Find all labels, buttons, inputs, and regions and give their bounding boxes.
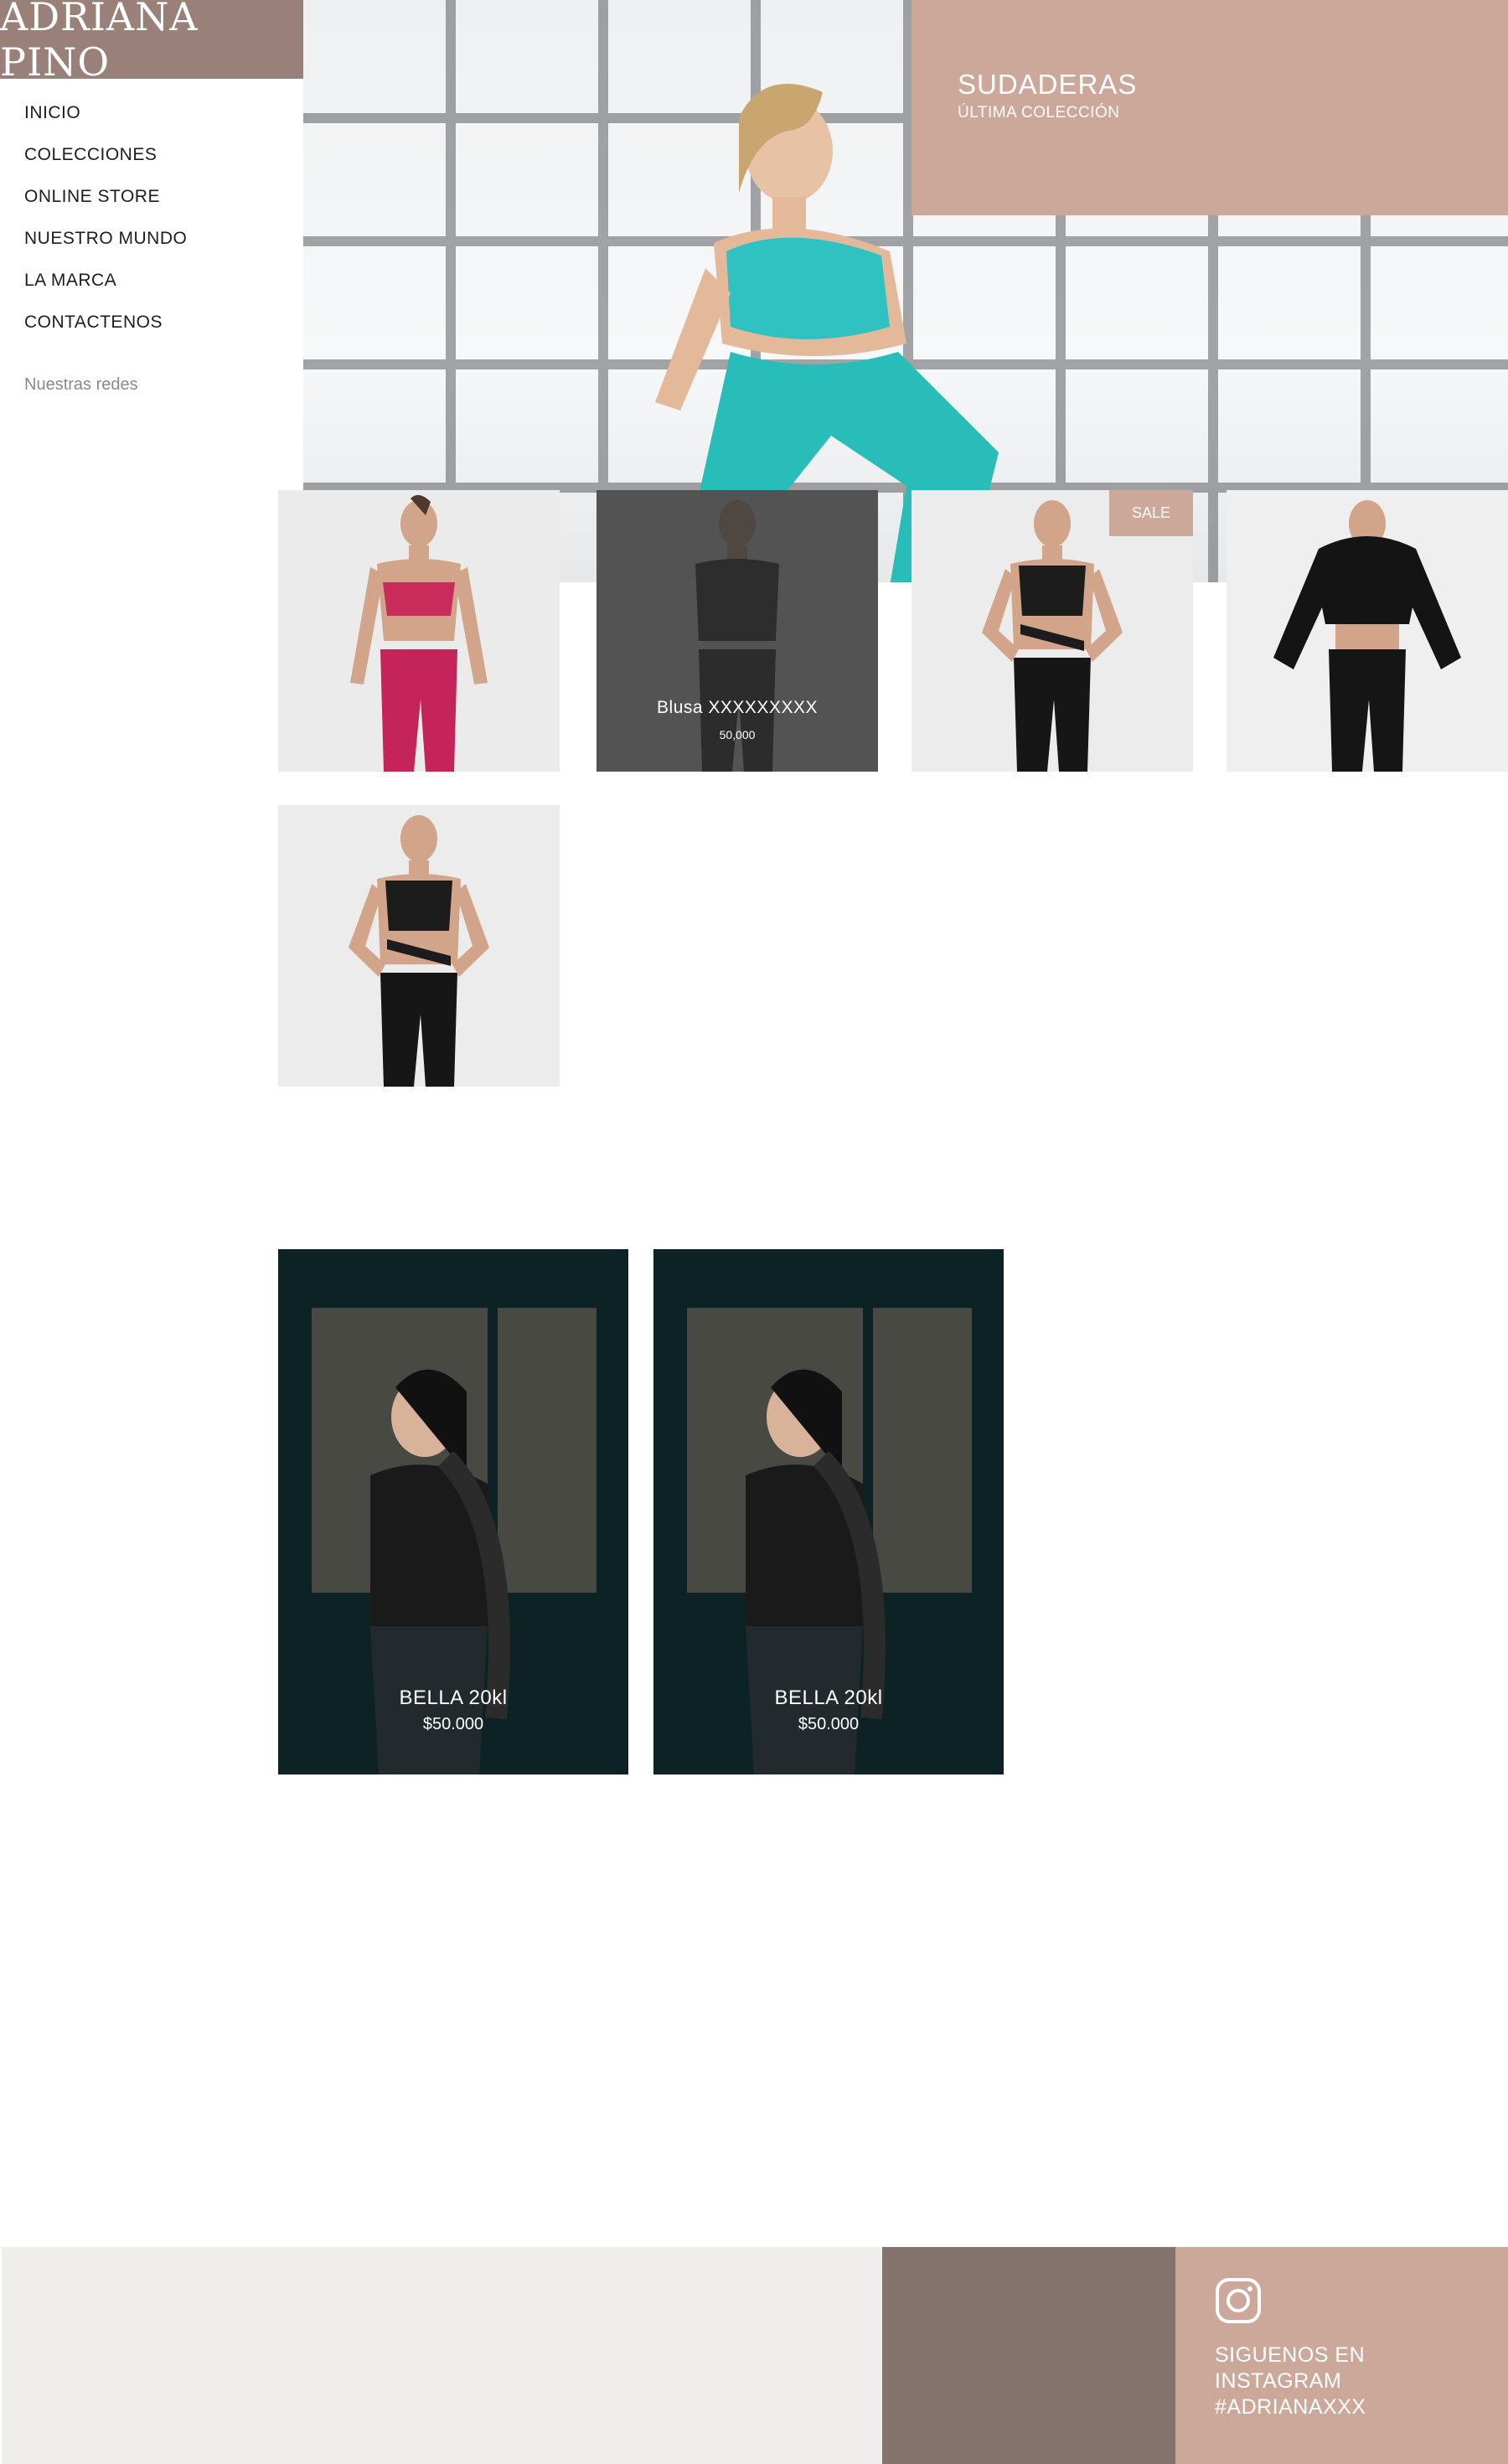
social-label: Nuestras redes xyxy=(24,375,138,394)
feature-name: BELLA 20kl xyxy=(774,1687,883,1709)
product-hover-overlay: Blusa XXXXXXXXX 50,000 xyxy=(596,490,878,772)
feature-price: $50.000 xyxy=(798,1715,860,1733)
instagram-icon xyxy=(1216,2278,1261,2323)
promo-sudaderas[interactable]: SUDADERAS ÚLTIMA COLECCIÓN xyxy=(912,0,1508,215)
side-nav: INICIO COLECCIONES ONLINE STORE NUESTRO … xyxy=(24,101,187,352)
nav-item-contactenos[interactable]: CONTACTENOS xyxy=(24,310,187,352)
product-image xyxy=(1227,490,1508,772)
product-price: 50,000 xyxy=(719,728,756,741)
feature-caption: BELLA 20kl $50.000 xyxy=(653,1687,1004,1734)
nav-item-inicio[interactable]: INICIO xyxy=(24,101,187,142)
promo-subtitle: ÚLTIMA COLECCIÓN xyxy=(958,104,1120,121)
instagram-follow-block[interactable]: SIGUENOS EN INSTAGRAM #ADRIANAXXX xyxy=(1175,2247,1508,2464)
nav-item-nuestro-mundo[interactable]: NUESTRO MUNDO xyxy=(24,226,187,268)
instagram-line: INSTAGRAM xyxy=(1215,2369,1342,2393)
instagram-line: SIGUENOS EN xyxy=(1215,2343,1366,2367)
feature-name: BELLA 20kl xyxy=(399,1687,508,1709)
product-card[interactable]: SALE xyxy=(912,490,1193,772)
feature-card[interactable]: BELLA 20kl $50.000 xyxy=(653,1249,1004,1774)
sale-badge: SALE xyxy=(1109,490,1193,536)
product-image xyxy=(278,805,560,1087)
product-card[interactable] xyxy=(278,490,560,772)
nav-item-la-marca[interactable]: LA MARCA xyxy=(24,268,187,310)
promo-title: SUDADERAS xyxy=(958,69,1138,100)
product-card[interactable]: Blusa XXXXXXXXX 50,000 xyxy=(596,490,878,772)
feature-price: $50.000 xyxy=(422,1715,484,1733)
instagram-text: SIGUENOS EN INSTAGRAM #ADRIANAXXX xyxy=(1215,2343,1508,2420)
instagram-handle: #ADRIANAXXX xyxy=(1215,2395,1366,2419)
brand-logo[interactable]: ADRIANA PINO xyxy=(0,0,303,85)
nav-item-colecciones[interactable]: COLECCIONES xyxy=(24,142,187,184)
product-card[interactable] xyxy=(1227,490,1508,772)
product-card[interactable] xyxy=(278,805,560,1087)
feature-card[interactable]: BELLA 20kl $50.000 xyxy=(278,1249,628,1774)
footer-panel-light xyxy=(2,2247,882,2464)
product-image xyxy=(278,490,560,772)
nav-item-online-store[interactable]: ONLINE STORE xyxy=(24,184,187,226)
product-name: Blusa XXXXXXXXX xyxy=(657,698,818,717)
feature-caption: BELLA 20kl $50.000 xyxy=(278,1687,628,1734)
footer-panel-taupe xyxy=(882,2247,1175,2464)
